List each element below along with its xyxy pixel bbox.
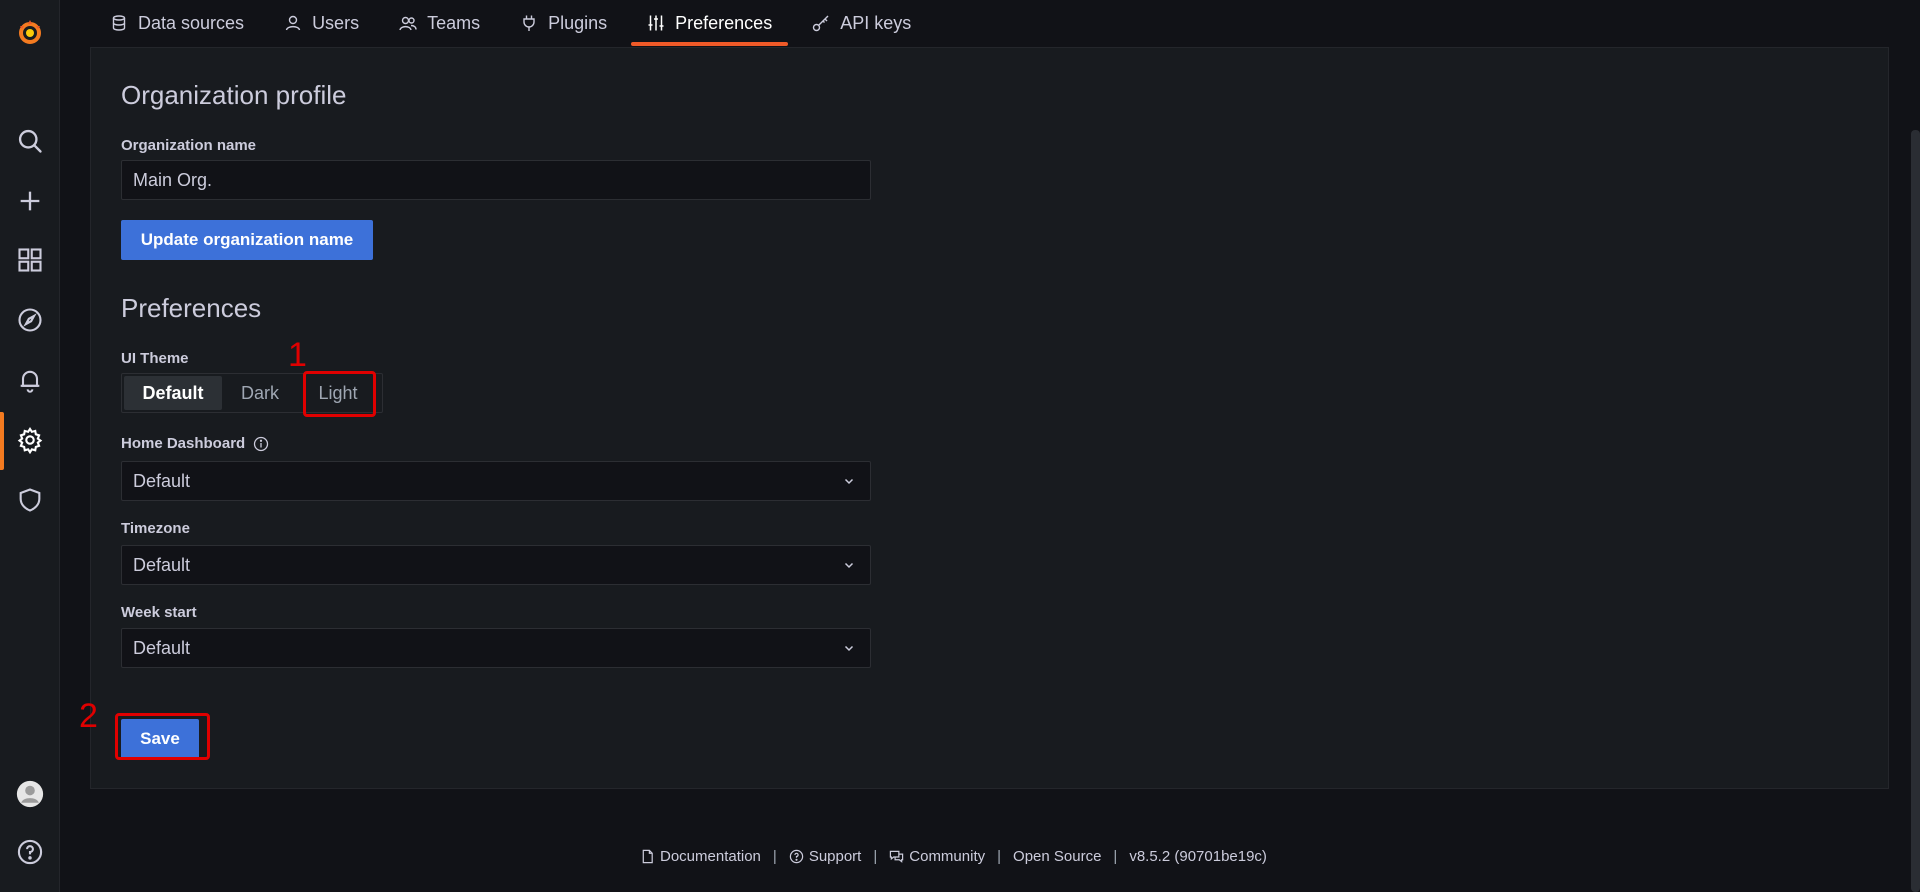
- annotation-box-2: [115, 713, 210, 760]
- footer-separator: |: [1113, 848, 1118, 865]
- tab-api-keys[interactable]: API keys: [792, 0, 931, 46]
- organization-profile-heading: Organization profile: [121, 80, 347, 110]
- alert-bell-icon[interactable]: [0, 358, 59, 402]
- organization-name-label: Organization name: [121, 137, 257, 154]
- theme-option-dark[interactable]: Dark: [222, 376, 298, 410]
- week-start-select[interactable]: Default: [121, 628, 871, 668]
- question-circle-icon: [789, 849, 804, 864]
- footer-open-source-link[interactable]: Open Source: [1013, 848, 1101, 865]
- preferences-heading: Preferences: [121, 293, 262, 323]
- dashboards-icon[interactable]: [0, 238, 59, 282]
- chevron-down-icon: [844, 478, 854, 485]
- sliders-icon: [648, 15, 664, 31]
- footer-version: v8.5.2 (90701be19c): [1129, 848, 1267, 865]
- tab-bar: Data sources Users Teams Plugins Prefere…: [90, 0, 931, 46]
- footer-support-link[interactable]: Support: [789, 848, 861, 865]
- info-icon[interactable]: [253, 436, 269, 452]
- users-icon: [399, 16, 417, 31]
- tab-plugins[interactable]: Plugins: [500, 0, 627, 46]
- home-dashboard-label: Home Dashboard: [121, 435, 269, 452]
- tab-teams[interactable]: Teams: [379, 0, 500, 46]
- footer-separator: |: [772, 848, 777, 865]
- tab-preferences[interactable]: Preferences: [627, 0, 792, 46]
- shield-icon[interactable]: [0, 478, 59, 522]
- theme-option-default[interactable]: Default: [124, 376, 222, 410]
- annotation-box-1: [303, 371, 376, 417]
- grafana-logo-icon: [18, 20, 41, 44]
- tab-label: Preferences: [675, 12, 773, 33]
- tab-label: Teams: [427, 12, 481, 33]
- tab-label: API keys: [840, 12, 912, 33]
- ui-theme-label: UI Theme: [121, 350, 189, 367]
- home-dashboard-select[interactable]: Default: [121, 461, 871, 501]
- annotation-number-2: 2: [79, 697, 98, 735]
- page-scrollbar[interactable]: [1911, 130, 1920, 892]
- footer-documentation-link[interactable]: Documentation: [640, 848, 761, 865]
- organization-name-input[interactable]: Main Org.: [121, 160, 871, 200]
- footer-separator: |: [873, 848, 878, 865]
- gear-icon[interactable]: [0, 418, 59, 462]
- tab-label: Users: [312, 12, 360, 33]
- timezone-label: Timezone: [121, 520, 190, 537]
- sidebar: [0, 0, 60, 892]
- explore-icon[interactable]: [0, 298, 59, 342]
- user-icon: [285, 15, 301, 31]
- search-icon[interactable]: [0, 119, 59, 163]
- tab-label: Data sources: [138, 12, 245, 33]
- grafana-logo[interactable]: [0, 10, 59, 54]
- settings-panel: Organization profile Organization name M…: [90, 47, 1889, 789]
- plus-icon[interactable]: [0, 179, 59, 223]
- chevron-down-icon: [844, 645, 854, 652]
- footer: Documentation | Support | Community | Op…: [640, 848, 1267, 865]
- database-icon: [112, 15, 126, 31]
- chevron-down-icon: [844, 562, 854, 569]
- annotation-number-1: 1: [288, 336, 307, 374]
- plug-icon: [523, 15, 535, 31]
- document-icon: [642, 849, 653, 864]
- help-icon[interactable]: [0, 830, 59, 874]
- timezone-select[interactable]: Default: [121, 545, 871, 585]
- key-icon: [813, 15, 829, 32]
- tab-users[interactable]: Users: [264, 0, 379, 46]
- week-start-label: Week start: [121, 604, 197, 621]
- footer-community-link[interactable]: Community: [889, 848, 985, 865]
- avatar[interactable]: [0, 772, 59, 816]
- tab-label: Plugins: [548, 12, 608, 33]
- update-organization-name-button[interactable]: Update organization name: [121, 220, 373, 260]
- comments-icon: [890, 850, 904, 863]
- tab-data-sources[interactable]: Data sources: [90, 0, 264, 46]
- footer-separator: |: [997, 848, 1002, 865]
